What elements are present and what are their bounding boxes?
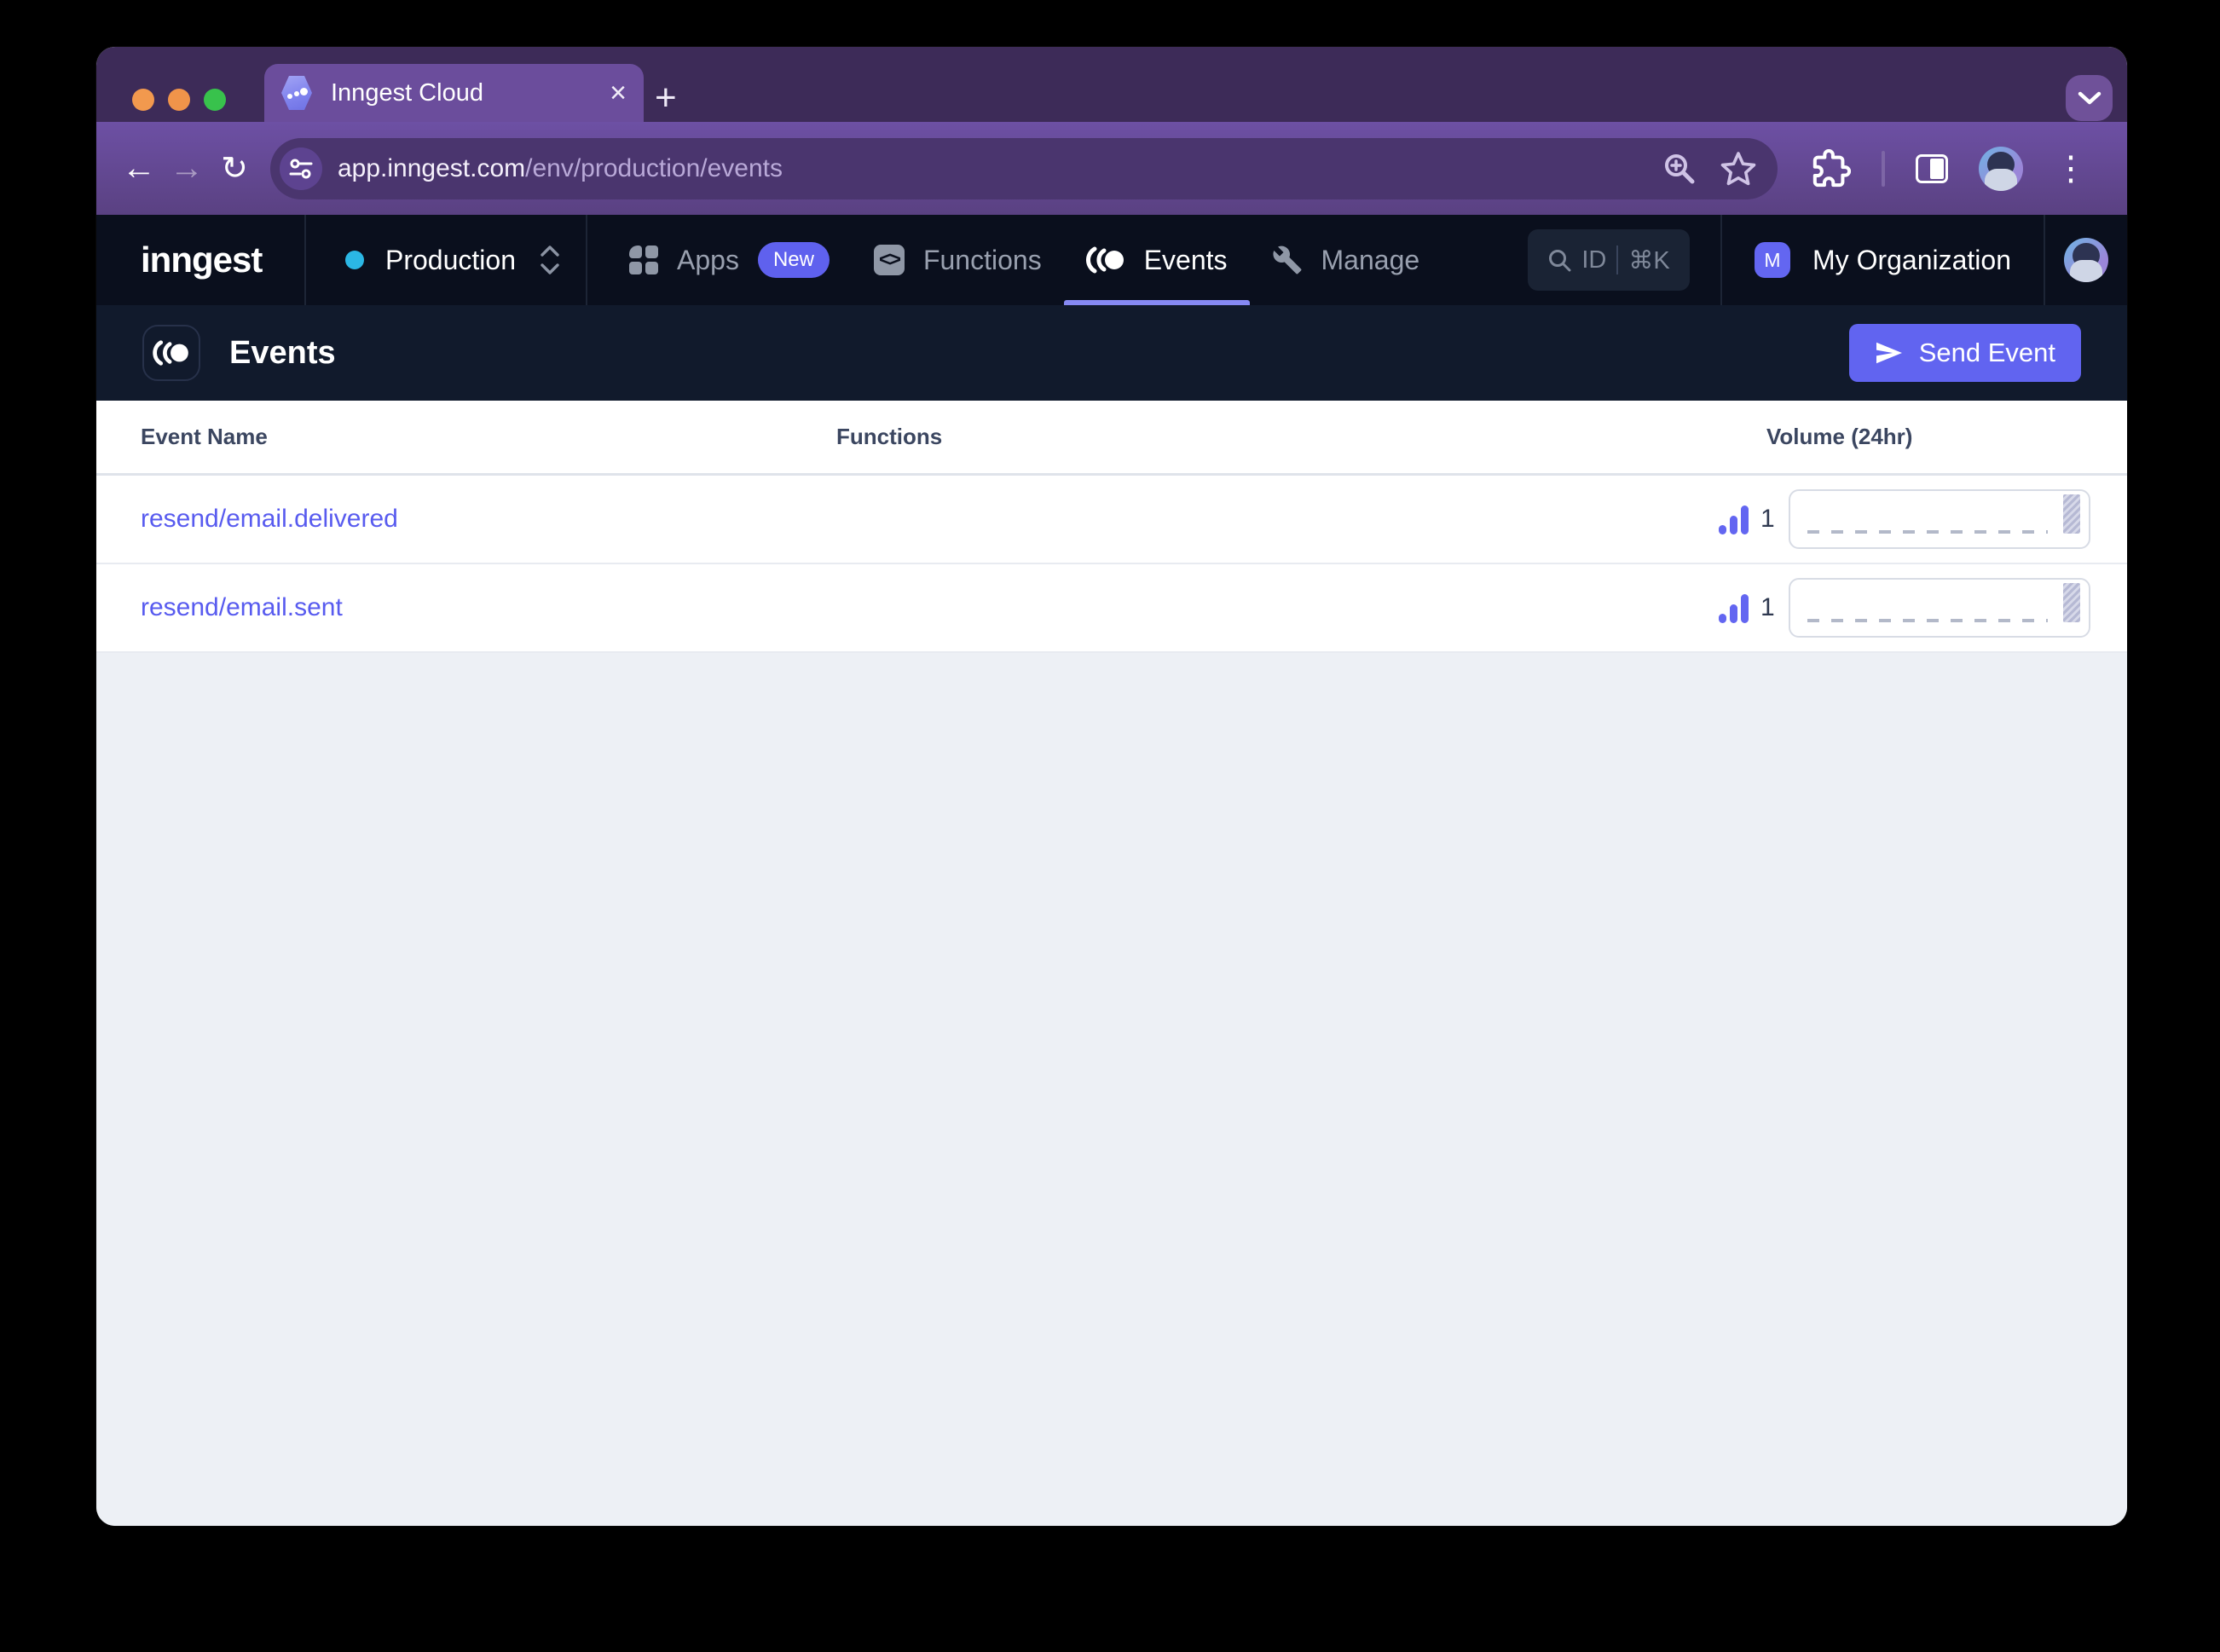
send-event-button[interactable]: Send Event xyxy=(1848,324,2081,382)
environment-label: Production xyxy=(385,244,516,275)
bar-chart-icon xyxy=(1719,592,1749,623)
sparkline-baseline xyxy=(1807,619,2048,622)
table-row[interactable]: resend/email.sent 1 xyxy=(96,564,2127,653)
minimize-window-button[interactable] xyxy=(168,89,190,111)
page-header: Events Send Event xyxy=(96,305,2127,401)
user-menu[interactable] xyxy=(2045,215,2127,305)
nav-items: Apps New <> Functions Events Manage xyxy=(607,215,1442,305)
toolbar-divider xyxy=(1882,150,1885,187)
organization-switcher[interactable]: M My Organization xyxy=(1722,215,2044,305)
column-header-volume: Volume (24hr) xyxy=(1766,424,1913,449)
extensions-button[interactable] xyxy=(1812,148,1851,188)
zoom-page-button[interactable] xyxy=(1662,151,1697,187)
search-icon xyxy=(1549,250,1571,272)
inngest-favicon-icon xyxy=(281,76,312,110)
side-panel-button[interactable] xyxy=(1916,153,1948,183)
chevron-updown-icon xyxy=(541,245,559,274)
new-tab-button[interactable]: + xyxy=(655,79,677,117)
screen: Inngest Cloud × + ← → ↻ app.inngest.com/… xyxy=(0,0,2220,1652)
nav-item-apps[interactable]: Apps New xyxy=(607,215,852,305)
toolbar-actions: ⋮ xyxy=(1812,146,2088,191)
events-icon xyxy=(1085,246,1124,274)
send-event-label: Send Event xyxy=(1918,338,2055,367)
environment-status-dot xyxy=(345,251,364,269)
sparkline-bar xyxy=(2062,583,2080,622)
nav-item-label: Functions xyxy=(922,244,1042,275)
column-header-functions: Functions xyxy=(836,424,943,449)
search-shortcut-box[interactable]: ID ⌘K xyxy=(1528,229,1691,291)
volume-count: 1 xyxy=(1760,593,1775,621)
events-icon xyxy=(153,340,188,366)
traffic-lights xyxy=(132,89,226,111)
close-window-button[interactable] xyxy=(132,89,154,111)
bookmark-button[interactable] xyxy=(1720,151,1757,187)
send-icon xyxy=(1876,342,1902,364)
organization-name: My Organization xyxy=(1812,244,2011,275)
url-host: app.inngest.com xyxy=(338,153,526,182)
apps-grid-icon xyxy=(629,245,658,274)
column-header-event-name: Event Name xyxy=(141,424,268,449)
tune-icon xyxy=(289,159,313,178)
nav-item-events[interactable]: Events xyxy=(1063,215,1250,305)
environment-switcher[interactable]: Production xyxy=(306,215,586,305)
magnifier-plus-icon xyxy=(1665,153,1695,183)
star-icon xyxy=(1720,151,1756,185)
events-page-icon xyxy=(142,325,200,381)
maximize-window-button[interactable] xyxy=(204,89,226,111)
empty-content-area xyxy=(96,653,2127,1526)
site-settings-button[interactable] xyxy=(280,147,322,190)
events-table-header: Event Name Functions Volume (24hr) xyxy=(96,401,2127,476)
bar-chart-icon xyxy=(1719,504,1749,534)
search-id-label: ID xyxy=(1581,245,1607,274)
chevron-down-icon xyxy=(2078,91,2101,105)
puzzle-icon xyxy=(1812,148,1851,187)
url-path: /env/production/events xyxy=(525,153,783,182)
organization-initial-badge: M xyxy=(1755,242,1791,278)
volume-cell: 1 xyxy=(1671,489,2090,549)
tab-search-button[interactable] xyxy=(2066,75,2113,121)
tab-strip: Inngest Cloud × + xyxy=(96,47,2127,122)
reload-button[interactable]: ↻ xyxy=(211,145,258,193)
event-name-link[interactable]: resend/email.delivered xyxy=(141,505,836,534)
close-tab-icon[interactable]: × xyxy=(610,78,627,107)
browser-toolbar: ← → ↻ app.inngest.com/env/production/eve… xyxy=(96,122,2127,215)
browser-tab[interactable]: Inngest Cloud × xyxy=(264,64,644,122)
user-avatar xyxy=(2064,238,2108,282)
nav-item-manage[interactable]: Manage xyxy=(1250,215,1442,305)
event-name-link[interactable]: resend/email.sent xyxy=(141,593,836,622)
search-divider xyxy=(1616,245,1619,274)
volume-sparkline xyxy=(1788,489,2090,549)
url-text[interactable]: app.inngest.com/env/production/events xyxy=(338,154,1639,183)
browser-profile-avatar[interactable] xyxy=(1979,146,2023,191)
page-title: Events xyxy=(229,334,336,371)
nav-item-label: Manage xyxy=(1321,244,1420,275)
brand-wordmark: inngest xyxy=(141,240,263,280)
browser-window: Inngest Cloud × + ← → ↻ app.inngest.com/… xyxy=(96,47,2127,1526)
nav-item-label: Events xyxy=(1143,244,1228,275)
inngest-logo[interactable]: inngest xyxy=(96,215,304,305)
sparkline-baseline xyxy=(1807,530,2048,534)
table-row[interactable]: resend/email.delivered 1 xyxy=(96,476,2127,564)
volume-sparkline xyxy=(1788,578,2090,638)
url-bar[interactable]: app.inngest.com/env/production/events xyxy=(270,137,1778,199)
search-kbd-shortcut: ⌘K xyxy=(1628,246,1670,274)
sparkline-bar xyxy=(2062,494,2080,534)
app-nav: inngest Production Apps New <> Functions… xyxy=(96,215,2127,305)
wrench-icon xyxy=(1272,245,1301,274)
nav-divider xyxy=(586,215,587,305)
back-button[interactable]: ← xyxy=(115,145,163,193)
volume-cell: 1 xyxy=(1671,578,2090,638)
browser-menu-button[interactable]: ⋮ xyxy=(2054,152,2088,186)
volume-count: 1 xyxy=(1760,505,1775,533)
functions-code-icon: <> xyxy=(873,245,905,275)
new-badge: New xyxy=(757,242,830,278)
nav-item-functions[interactable]: <> Functions xyxy=(852,215,1064,305)
nav-item-label: Apps xyxy=(677,244,739,275)
tab-title: Inngest Cloud xyxy=(331,78,483,107)
forward-button[interactable]: → xyxy=(163,145,211,193)
